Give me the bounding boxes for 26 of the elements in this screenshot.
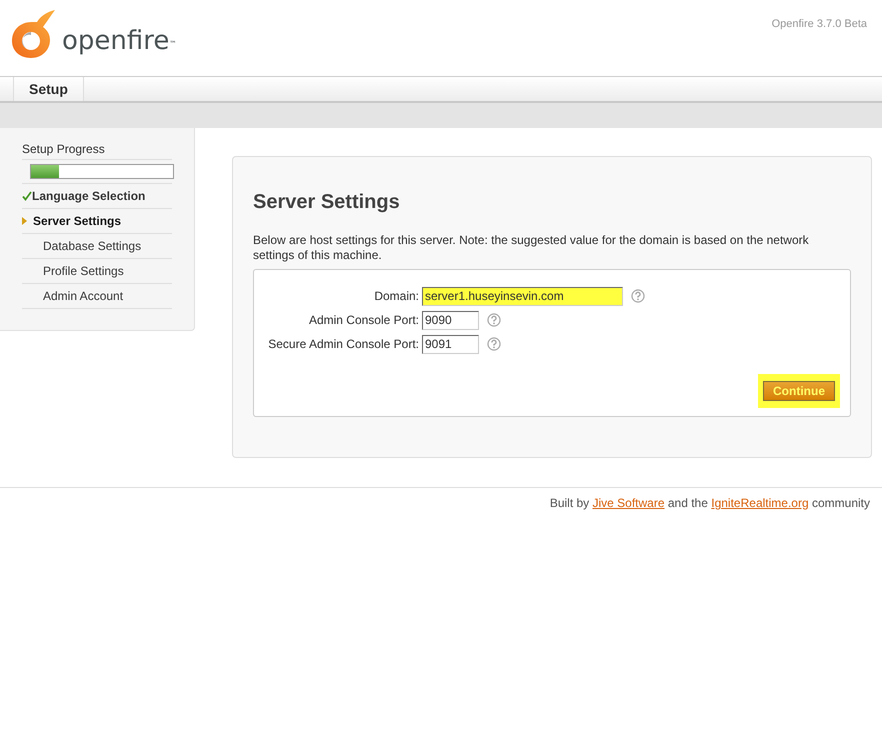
page-title: Server Settings <box>253 190 401 215</box>
text-field[interactable]: server1.huseyinsevin.com <box>422 286 623 306</box>
step-item: Server Settings <box>33 213 122 230</box>
text-field[interactable]: 9090 <box>422 310 479 330</box>
step-item: Admin Account <box>42 288 124 305</box>
logo-wordmark: openfire$^{™}$ <box>62 28 176 54</box>
help-icon[interactable] <box>487 337 501 351</box>
help-icon[interactable] <box>487 313 501 327</box>
help-icon[interactable] <box>631 289 645 303</box>
version-text: Openfire 3.7.0 Beta <box>772 17 868 32</box>
footer-link[interactable]: Jive Software <box>592 496 665 510</box>
field-label: Domain: <box>373 288 420 305</box>
description-text: Below are host settings for this server. Note: the suggested value for the domain is based on the network settings of this machine. <box>253 233 810 263</box>
text-field[interactable]: 9091 <box>422 334 479 354</box>
field-label: Secure Admin Console Port: <box>267 336 420 353</box>
footer-text: Built by Jive Software and the IgniteRealtime.org community <box>550 495 870 512</box>
footer-link[interactable]: IgniteRealtime.org <box>711 496 809 510</box>
progress-title: Setup Progress <box>22 140 172 160</box>
tab[interactable]: Setup <box>13 77 84 101</box>
step-item: Database Settings <box>42 238 142 255</box>
flame-logo-icon <box>10 8 56 58</box>
checkmark-icon <box>22 191 32 201</box>
field-label: Admin Console Port: <box>308 312 420 329</box>
arrow-icon <box>22 217 27 225</box>
step-item: Language Selection <box>32 188 146 205</box>
step-item: Profile Settings <box>42 263 124 280</box>
